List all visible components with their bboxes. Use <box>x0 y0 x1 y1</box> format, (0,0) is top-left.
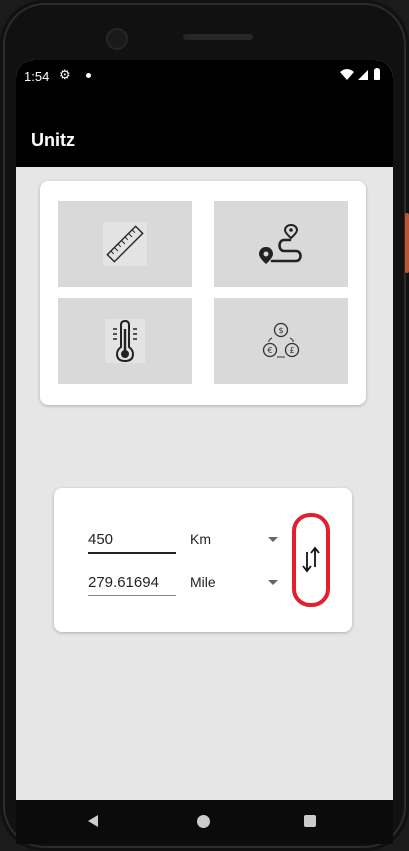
status-bar: 1:54 ⚙ <box>16 60 393 92</box>
front-camera <box>106 28 128 50</box>
back-button[interactable] <box>86 814 100 833</box>
route-icon <box>259 223 302 264</box>
settings-icon: ⚙ <box>59 67 71 82</box>
from-unit-label: Km <box>190 531 211 547</box>
home-button[interactable] <box>197 815 210 828</box>
app-bar: Unitz <box>16 92 393 167</box>
category-currency-button[interactable]: $ € £ <box>214 298 348 384</box>
category-grid: $ € £ <box>40 181 366 405</box>
category-temperature-button[interactable] <box>58 298 192 384</box>
dropdown-arrow-icon <box>268 579 278 585</box>
svg-text:$: $ <box>278 326 283 335</box>
status-time: 1:54 <box>24 69 50 84</box>
converter-card: Km Mile <box>54 488 352 632</box>
recents-button[interactable] <box>304 815 316 827</box>
ruler-icon <box>103 222 147 266</box>
back-triangle-icon <box>88 815 98 827</box>
currency-icon: $ € £ <box>262 322 300 358</box>
to-unit-label: Mile <box>190 574 216 590</box>
from-unit-dropdown[interactable]: Km <box>190 526 278 552</box>
status-indicators <box>339 68 385 85</box>
navigation-bar <box>16 800 393 844</box>
app-title: Unitz <box>31 130 75 150</box>
app-screen: 1:54 ⚙ Unitz $ € £ 450 Km 279.61694 Mile <box>16 60 393 800</box>
category-distance-button[interactable] <box>214 201 348 287</box>
dropdown-arrow-icon <box>268 536 278 542</box>
swap-units-button[interactable] <box>292 513 330 607</box>
notification-dot-icon <box>86 73 91 78</box>
power-button <box>405 213 409 273</box>
to-value-input[interactable] <box>88 569 176 596</box>
thermometer-icon <box>105 319 145 363</box>
to-unit-dropdown[interactable]: Mile <box>190 569 278 595</box>
svg-text:€: € <box>267 346 272 355</box>
from-value-input[interactable] <box>88 526 176 554</box>
wifi-signal-battery-icon <box>340 68 380 80</box>
swap-vertical-icon <box>302 546 320 573</box>
category-length-button[interactable] <box>58 201 192 287</box>
earpiece-speaker <box>183 34 253 40</box>
svg-text:£: £ <box>289 346 294 355</box>
